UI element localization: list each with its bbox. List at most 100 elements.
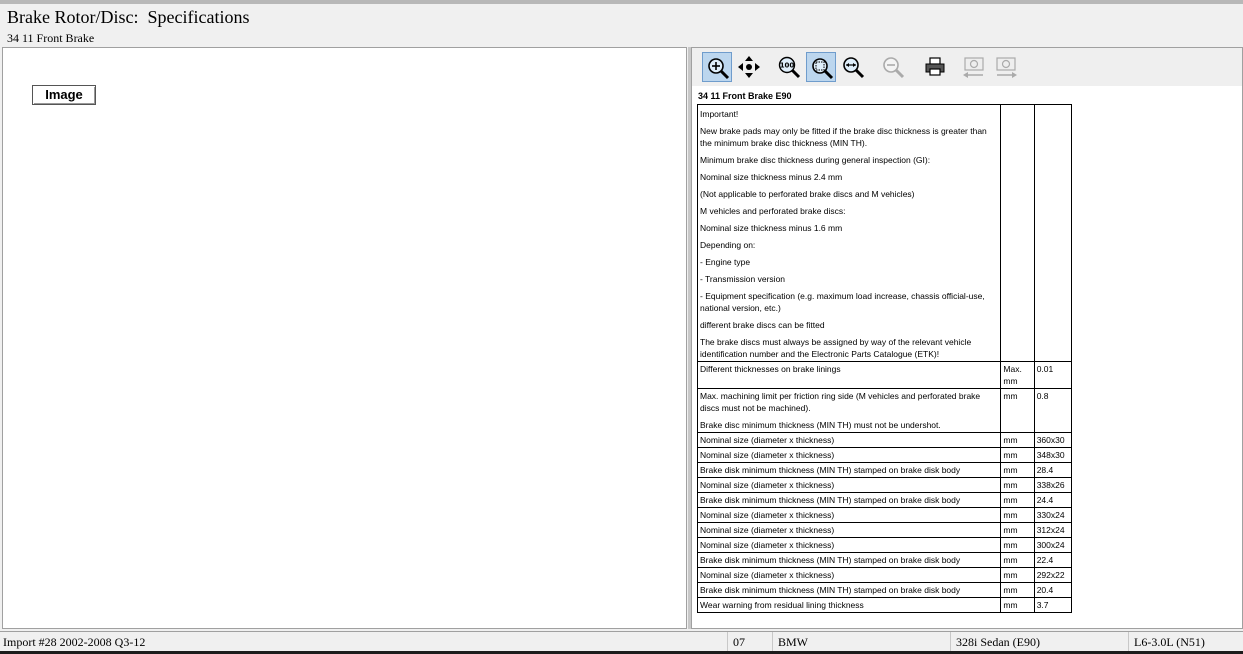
description-cell: Brake disk minimum thickness (MIN TH) st…: [696, 492, 1002, 508]
note-line: New brake pads may only be fitted if the…: [700, 126, 987, 148]
previous-page-icon: [963, 57, 984, 78]
zoom-fit-button[interactable]: [806, 52, 836, 82]
unit-cell: mm: [1000, 507, 1035, 523]
unit-cell: mm: [1000, 477, 1035, 493]
table-row: Nominal size (diameter x thickness) mm 3…: [696, 432, 1073, 448]
left-pane: Image: [2, 47, 687, 629]
note-line: Nominal size thickness minus 1.6 mm: [700, 223, 843, 233]
zoom-fit-icon: [812, 58, 834, 80]
unit-cell: [1000, 104, 1035, 362]
table-row: Nominal size (diameter x thickness) mm 2…: [696, 567, 1073, 583]
zoom-in-icon: [708, 58, 730, 80]
note-line: - Transmission version: [700, 274, 786, 284]
note-line: Nominal size thickness minus 2.4 mm: [700, 172, 843, 182]
table-row: Nominal size (diameter x thickness) mm 3…: [696, 507, 1073, 523]
note-line: Minimum brake disc thickness during gene…: [700, 155, 931, 165]
value-cell: 28.4: [1033, 462, 1073, 478]
page-title: Brake Rotor/Disc: Specifications: [7, 7, 250, 27]
zoom-100-icon: 100: [778, 56, 801, 79]
unit-cell: mm: [1000, 567, 1035, 583]
description-cell: Wear warning from residual lining thickn…: [696, 597, 1002, 613]
notes-cell: Important! New brake pads may only be fi…: [696, 104, 1002, 362]
value-cell: 3.7: [1033, 597, 1073, 613]
zoom-width-icon: [843, 57, 865, 79]
note-line: - Engine type: [700, 257, 751, 267]
table-row: Brake disk minimum thickness (MIN TH) st…: [696, 552, 1073, 568]
value-cell: 24.4: [1033, 492, 1073, 508]
zoom-in-button[interactable]: [702, 52, 732, 82]
previous-page-button[interactable]: [958, 52, 988, 82]
note-line: Important!: [700, 109, 739, 119]
table-row: Max. machining limit per friction ring s…: [696, 388, 1073, 433]
description-cell: Nominal size (diameter x thickness): [696, 477, 1002, 493]
description-cell: Nominal size (diameter x thickness): [696, 522, 1002, 538]
table-row: Nominal size (diameter x thickness) mm 3…: [696, 522, 1073, 538]
value-cell: 338x26: [1033, 477, 1073, 493]
value-cell: 348x30: [1033, 447, 1073, 463]
unit-cell: Max. mm: [1000, 361, 1035, 389]
unit-cell: mm: [1000, 432, 1035, 448]
value-cell: [1033, 104, 1073, 362]
value-cell: 0.8: [1033, 388, 1073, 433]
document-title: 34 11 Front Brake E90: [698, 91, 792, 101]
zoom-out-button[interactable]: [878, 52, 908, 82]
value-cell: 330x24: [1033, 507, 1073, 523]
unit-cell: mm: [1000, 537, 1035, 553]
unit-cell: mm: [1000, 447, 1035, 463]
note-line: Depending on:: [700, 240, 756, 250]
description-cell: Nominal size (diameter x thickness): [696, 432, 1002, 448]
note-line: The brake discs must always be assigned …: [700, 337, 972, 359]
note-line: (Not applicable to perforated brake disc…: [700, 189, 915, 199]
unit-cell: mm: [1000, 552, 1035, 568]
description-cell: Max. machining limit per friction ring s…: [696, 388, 1002, 433]
zoom-out-icon: [883, 57, 905, 79]
description-cell: Nominal size (diameter x thickness): [696, 447, 1002, 463]
value-cell: 0.01: [1033, 361, 1073, 389]
value-cell: 22.4: [1033, 552, 1073, 568]
table-row: Nominal size (diameter x thickness) mm 3…: [696, 537, 1073, 553]
description-cell: Brake disk minimum thickness (MIN TH) st…: [696, 582, 1002, 598]
value-cell: 20.4: [1033, 582, 1073, 598]
unit-cell: mm: [1000, 462, 1035, 478]
pan-icon: [738, 56, 760, 78]
note-line: M vehicles and perforated brake discs:: [700, 206, 846, 216]
notes-row: Important! New brake pads may only be fi…: [696, 104, 1073, 362]
print-icon: [925, 57, 945, 76]
note-line: different brake discs can be fitted: [700, 320, 825, 330]
unit-cell: mm: [1000, 522, 1035, 538]
svg-text:100: 100: [780, 62, 795, 70]
header: Brake Rotor/Disc: Specifications 34 11 F…: [0, 0, 1243, 46]
table-row: Brake disk minimum thickness (MIN TH) st…: [696, 492, 1073, 508]
value-cell: 292x22: [1033, 567, 1073, 583]
zoom-width-button[interactable]: [838, 52, 868, 82]
description-cell: Nominal size (diameter x thickness): [696, 567, 1002, 583]
viewer-toolbar: 100: [692, 48, 1242, 86]
table-row: Nominal size (diameter x thickness) mm 3…: [696, 447, 1073, 463]
description-cell: Different thicknesses on brake linings: [696, 361, 1002, 389]
value-cell: 312x24: [1033, 522, 1073, 538]
next-page-button[interactable]: [990, 52, 1020, 82]
image-button[interactable]: Image: [32, 85, 96, 105]
value-cell: 360x30: [1033, 432, 1073, 448]
page-subtitle: 34 11 Front Brake: [7, 31, 95, 45]
value-cell: 300x24: [1033, 537, 1073, 553]
print-button[interactable]: [920, 52, 950, 82]
description-text: Brake disc minimum thickness (MIN TH) mu…: [700, 420, 941, 430]
table-row: Wear warning from residual lining thickn…: [696, 597, 1073, 613]
unit-cell: mm: [1000, 582, 1035, 598]
table-row: Nominal size (diameter x thickness) mm 3…: [696, 477, 1073, 493]
description-text: Max. machining limit per friction ring s…: [700, 391, 981, 413]
description-cell: Nominal size (diameter x thickness): [696, 507, 1002, 523]
description-cell: Brake disk minimum thickness (MIN TH) st…: [696, 552, 1002, 568]
unit-cell: mm: [1000, 492, 1035, 508]
table-row: Brake disk minimum thickness (MIN TH) st…: [696, 462, 1073, 478]
table-row: Brake disk minimum thickness (MIN TH) st…: [696, 582, 1073, 598]
pan-button[interactable]: [734, 52, 764, 82]
unit-cell: mm: [1000, 597, 1035, 613]
description-cell: Brake disk minimum thickness (MIN TH) st…: [696, 462, 1002, 478]
unit-cell: mm: [1000, 388, 1035, 433]
note-line: - Equipment specification (e.g. maximum …: [700, 291, 985, 313]
zoom-100-button[interactable]: 100: [774, 52, 804, 82]
specifications-table: Important! New brake pads may only be fi…: [696, 104, 1073, 613]
description-cell: Nominal size (diameter x thickness): [696, 537, 1002, 553]
